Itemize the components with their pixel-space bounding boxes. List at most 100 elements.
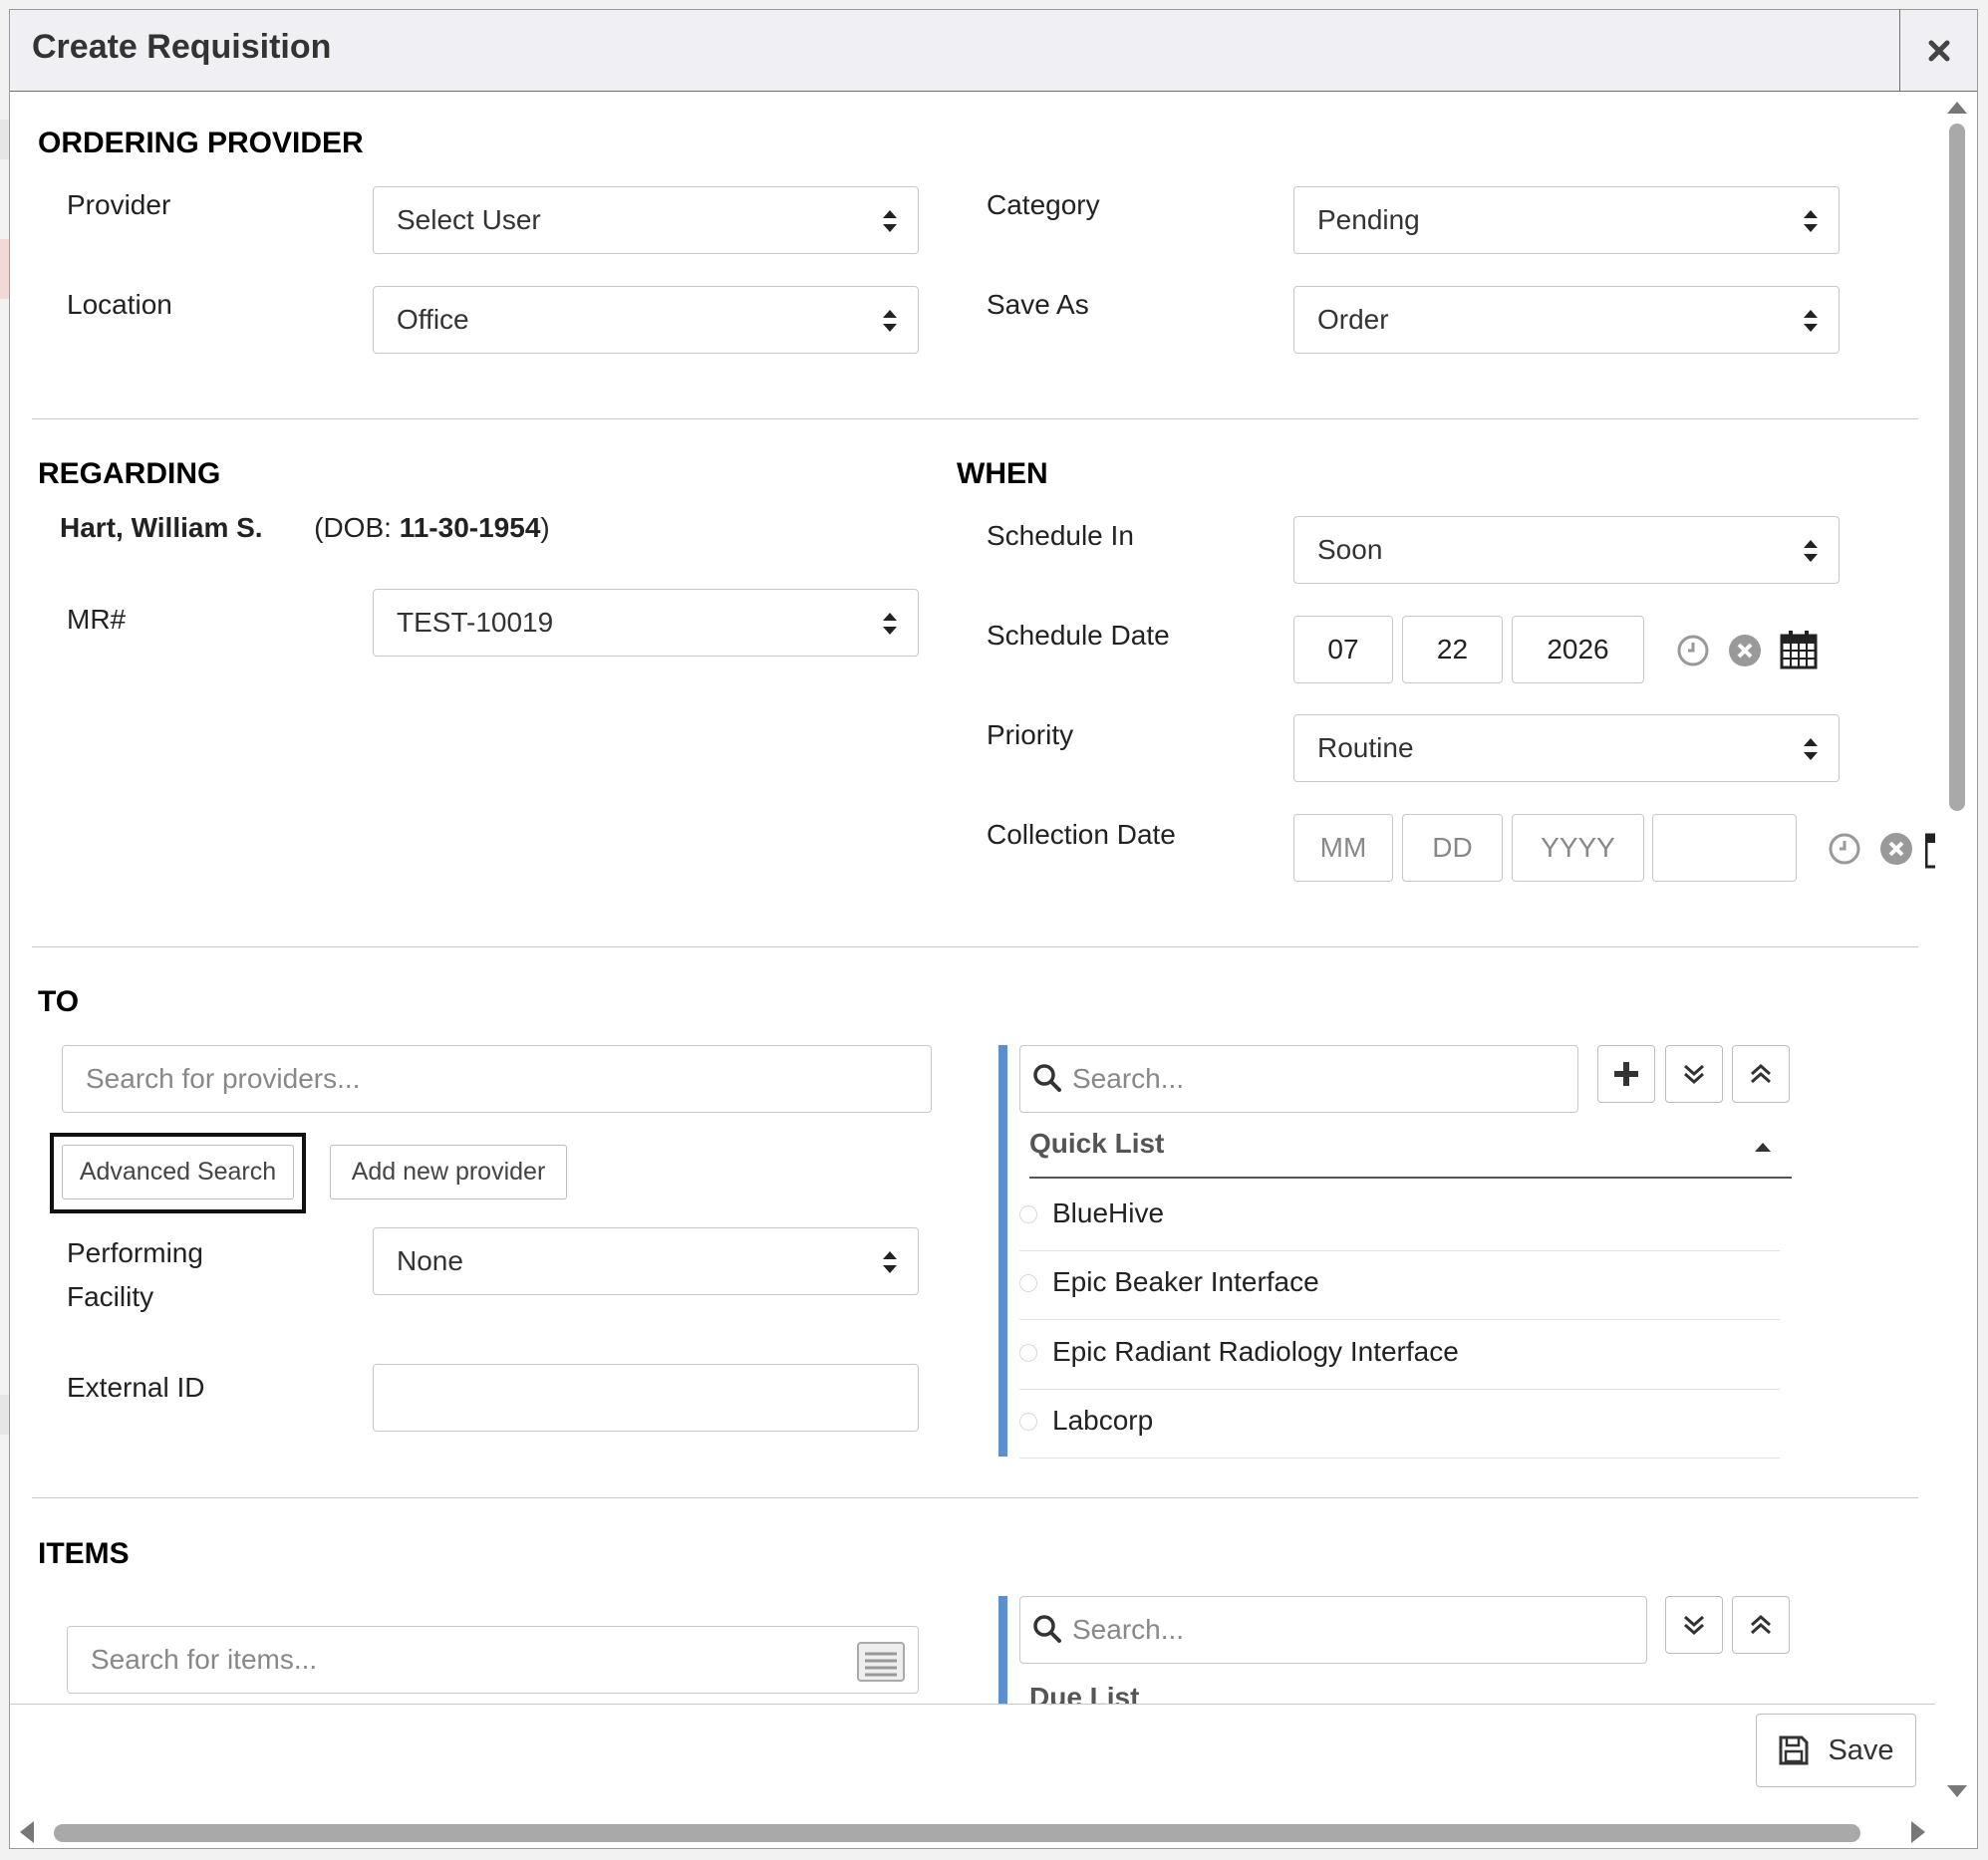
collection-month-input[interactable]: MM [1293,814,1393,882]
advanced-search-button[interactable]: Advanced Search [62,1145,294,1199]
create-requisition-dialog: Create Requisition ORDERING PROVIDER Pro… [9,9,1978,1849]
sort-arrows-icon [883,310,897,332]
expand-all-button[interactable] [1665,1045,1723,1103]
mr-select-value: TEST-10019 [397,607,554,638]
save-as-label: Save As [987,289,1089,320]
sort-arrows-icon [1804,210,1818,232]
schedule-in-label: Schedule In [987,520,1134,551]
dob-prefix: (DOB: [314,512,400,543]
vertical-scrollbar[interactable] [1935,92,1977,1797]
plus-icon [1614,1062,1638,1086]
search-icon [1033,1064,1061,1092]
provider-search-input[interactable]: Search for providers... [62,1045,932,1113]
due-list-title: Due List [1029,1682,1140,1704]
priority-label: Priority [987,719,1074,750]
vertical-scroll-thumb[interactable] [1949,124,1965,811]
calendar-icon[interactable] [1925,829,1935,869]
mr-label: MR# [67,604,127,635]
schedule-month-input[interactable]: 07 [1293,616,1393,683]
external-id-label: External ID [67,1372,205,1403]
close-button[interactable] [1899,10,1977,91]
performing-facility-label-line1: Performing [67,1237,203,1268]
items-list-search-input[interactable]: Search... [1019,1596,1647,1664]
schedule-date-label: Schedule Date [987,620,1170,651]
schedule-day-input[interactable]: 22 [1402,616,1503,683]
panel-accent-bar [998,1596,1007,1704]
collection-day-input[interactable]: DD [1402,814,1503,882]
quick-list-underline [1029,1177,1792,1179]
performing-facility-value: None [397,1245,463,1276]
patient-dob: 11-30-1954 [399,512,541,543]
clear-icon[interactable] [1879,832,1913,866]
caret-up-icon[interactable] [1754,1141,1772,1153]
category-select[interactable]: Pending [1293,186,1840,254]
quick-list-item-label: Labcorp [1052,1405,1154,1436]
section-divider [32,1497,1918,1498]
when-heading: WHEN [957,457,1048,490]
save-button-label: Save [1828,1733,1894,1766]
mr-select[interactable]: TEST-10019 [373,589,919,657]
footer-divider [10,1704,1935,1705]
quick-list-item-label: Epic Radiant Radiology Interface [1052,1336,1459,1367]
clear-icon[interactable] [1728,634,1762,667]
sort-arrows-icon [1804,310,1818,332]
quick-list-item-label: Epic Beaker Interface [1052,1266,1319,1297]
horizontal-scrollbar[interactable] [10,1809,1977,1848]
quick-list-title: Quick List [1029,1128,1165,1159]
location-select-value: Office [397,304,469,335]
schedule-in-value: Soon [1317,534,1383,565]
panel-accent-bar [998,1045,1007,1457]
schedule-year-input[interactable]: 2026 [1512,616,1644,683]
save-as-select[interactable]: Order [1293,286,1840,354]
double-chevron-up-icon [1751,1614,1771,1635]
list-icon[interactable] [857,1642,905,1682]
clock-icon[interactable] [1676,634,1710,667]
quick-list-item[interactable]: BlueHive [1019,1184,1780,1251]
items-search-input[interactable]: Search for items... [67,1626,919,1694]
collection-year-input[interactable]: YYYY [1512,814,1644,882]
category-label: Category [987,189,1100,220]
quick-list-item[interactable]: Labcorp [1019,1391,1780,1459]
priority-select[interactable]: Routine [1293,714,1840,782]
save-button[interactable]: Save [1756,1714,1916,1787]
external-id-input[interactable] [373,1364,919,1432]
patient-info: Hart, William S. (DOB: 11-30-1954) [60,512,550,544]
provider-select-value: Select User [397,204,541,235]
section-divider [32,946,1918,947]
radio-icon [1019,1413,1037,1431]
scroll-right-arrow-icon[interactable] [1911,1821,1927,1843]
sort-arrows-icon [883,1251,897,1273]
collapse-all-button[interactable] [1732,1596,1790,1654]
double-chevron-down-icon [1684,1615,1704,1636]
dob-suffix: ) [540,512,550,543]
sort-arrows-icon [1804,738,1818,760]
items-heading: ITEMS [38,1537,130,1570]
add-new-provider-button[interactable]: Add new provider [330,1145,567,1199]
close-icon [1928,40,1949,61]
horizontal-scroll-thumb[interactable] [54,1824,1860,1842]
quick-list-search-input[interactable]: Search... [1019,1045,1578,1113]
performing-facility-select[interactable]: None [373,1227,919,1295]
scroll-down-arrow-icon[interactable] [1947,1785,1967,1799]
collection-date-label: Collection Date [987,819,1176,850]
sort-arrows-icon [883,613,897,635]
performing-facility-label: Performing Facility [67,1231,203,1319]
calendar-icon[interactable] [1780,630,1818,669]
clock-icon[interactable] [1828,832,1861,866]
scroll-up-arrow-icon[interactable] [1947,100,1967,114]
section-divider [32,418,1918,419]
expand-all-button[interactable] [1665,1596,1723,1654]
quick-list-item[interactable]: Epic Beaker Interface [1019,1252,1780,1320]
dialog-content: ORDERING PROVIDER Provider Select User L… [10,92,1935,1704]
schedule-in-select[interactable]: Soon [1293,516,1840,584]
collapse-all-button[interactable] [1732,1045,1790,1103]
quick-list-item[interactable]: Epic Radiant Radiology Interface [1019,1322,1780,1390]
provider-select[interactable]: Select User [373,186,919,254]
regarding-heading: REGARDING [38,457,221,490]
location-select[interactable]: Office [373,286,919,354]
radio-icon [1019,1205,1037,1223]
scroll-left-arrow-icon[interactable] [18,1821,34,1843]
collection-time-input[interactable] [1652,814,1797,882]
double-chevron-up-icon [1751,1063,1771,1084]
add-button[interactable] [1597,1045,1655,1103]
